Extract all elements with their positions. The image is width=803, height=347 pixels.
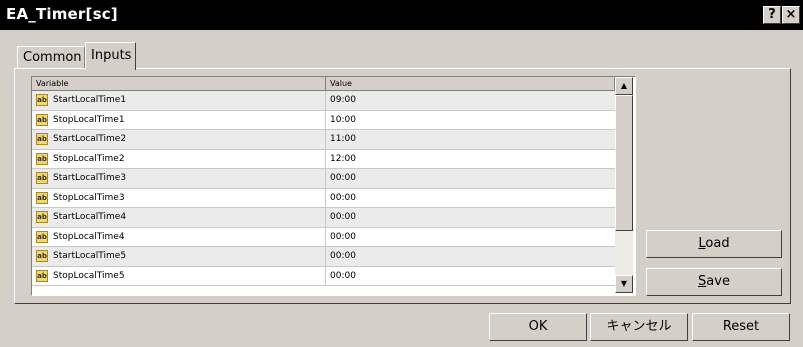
value-cell[interactable]: 00:00 [326,208,615,227]
scroll-up-button[interactable]: ▲ [615,77,633,95]
variable-value: 12:00 [330,153,356,164]
value-cell[interactable]: 10:00 [326,111,615,130]
table-row[interactable]: ab StopLocalTime2 12:00 [32,149,615,169]
tab-common[interactable]: Common [17,46,85,68]
table-row[interactable]: ab StopLocalTime5 00:00 [32,266,615,286]
grid-rows: ab StartLocalTime1 09:00 ab StopLocalTime1 10… [32,91,615,286]
value-cell[interactable]: 00:00 [326,267,615,286]
variable-value: 00:00 [330,192,356,203]
variable-value: 00:00 [330,231,356,242]
window-title: EA_Timer[sc] [6,5,118,23]
variable-value: 10:00 [330,114,356,125]
reset-button[interactable]: Reset [692,313,790,341]
variable-cell[interactable]: ab StartLocalTime1 [32,91,326,110]
column-header-variable[interactable]: Variable [32,77,326,91]
variable-name: StopLocalTime5 [53,270,125,281]
table-row[interactable]: ab StartLocalTime3 00:00 [32,169,615,189]
string-type-icon: ab [36,94,48,106]
value-cell[interactable]: 11:00 [326,130,615,149]
variable-value: 11:00 [330,134,356,144]
close-button[interactable]: × [782,6,800,24]
variable-name: StartLocalTime5 [53,251,127,261]
variable-name: StopLocalTime2 [53,153,125,164]
variable-name: StartLocalTime1 [53,95,127,105]
value-cell[interactable]: 12:00 [326,150,615,169]
variable-cell[interactable]: ab StopLocalTime5 [32,266,326,286]
string-type-icon: ab [36,191,48,204]
variable-value: 00:00 [330,251,356,261]
variable-value: 00:00 [330,270,356,281]
variable-name: StopLocalTime4 [53,231,125,242]
string-type-icon: ab [36,133,48,145]
value-cell[interactable]: 00:00 [326,247,615,266]
table-row[interactable]: ab StartLocalTime1 09:00 [32,91,615,111]
table-row[interactable]: ab StopLocalTime1 10:00 [32,110,615,130]
string-type-icon: ab [36,250,48,262]
grid-header: Variable Value [32,77,615,91]
load-button[interactable]: Load [646,230,782,258]
string-type-icon: ab [36,152,48,165]
load-label-rest: oad [705,236,730,251]
save-button[interactable]: Save [646,268,782,296]
variable-value: 00:00 [330,212,356,222]
value-cell[interactable]: 09:00 [326,91,615,110]
variable-name: StartLocalTime2 [53,134,127,144]
variable-value: 00:00 [330,173,356,183]
variable-cell[interactable]: ab StopLocalTime3 [32,188,326,208]
help-button[interactable]: ? [763,6,781,24]
string-type-icon: ab [36,172,48,184]
value-cell[interactable]: 00:00 [326,228,615,247]
variable-cell[interactable]: ab StartLocalTime3 [32,169,326,188]
string-type-icon: ab [36,113,48,126]
variable-cell[interactable]: ab StopLocalTime1 [32,110,326,130]
variable-value: 09:00 [330,95,356,105]
inputs-dialog: EA_Timer[sc] ? × Common Inputs Variable … [0,0,803,347]
variable-cell[interactable]: ab StartLocalTime5 [32,247,326,266]
variable-cell[interactable]: ab StartLocalTime2 [32,130,326,149]
ok-button[interactable]: OK [489,313,587,341]
table-row[interactable]: ab StartLocalTime5 00:00 [32,247,615,267]
variable-cell[interactable]: ab StartLocalTime4 [32,208,326,227]
scroll-down-button[interactable]: ▼ [615,275,633,293]
save-label-rest: ave [706,274,730,289]
title-bar[interactable]: EA_Timer[sc] ? × [0,0,803,30]
table-row[interactable]: ab StopLocalTime4 00:00 [32,227,615,247]
variable-name: StartLocalTime3 [53,173,127,183]
string-type-icon: ab [36,269,48,282]
scroll-thumb[interactable] [615,95,633,231]
value-cell[interactable]: 00:00 [326,189,615,208]
variable-name: StopLocalTime1 [53,114,125,125]
cancel-button[interactable]: キャンセル [590,313,688,341]
variable-name: StartLocalTime4 [53,212,127,222]
table-row[interactable]: ab StartLocalTime2 11:00 [32,130,615,150]
value-cell[interactable]: 00:00 [326,169,615,188]
tab-inputs[interactable]: Inputs [85,42,136,70]
column-header-value[interactable]: Value [326,77,615,91]
variable-name: StopLocalTime3 [53,192,125,203]
table-row[interactable]: ab StartLocalTime4 00:00 [32,208,615,228]
string-type-icon: ab [36,211,48,223]
variable-cell[interactable]: ab StopLocalTime4 [32,227,326,247]
variable-cell[interactable]: ab StopLocalTime2 [32,149,326,169]
string-type-icon: ab [36,230,48,243]
table-row[interactable]: ab StopLocalTime3 00:00 [32,188,615,208]
vertical-scrollbar[interactable]: ▲ ▼ [615,77,633,293]
inputs-grid: Variable Value ab StartLocalTime1 09:00 ab S… [31,76,636,296]
